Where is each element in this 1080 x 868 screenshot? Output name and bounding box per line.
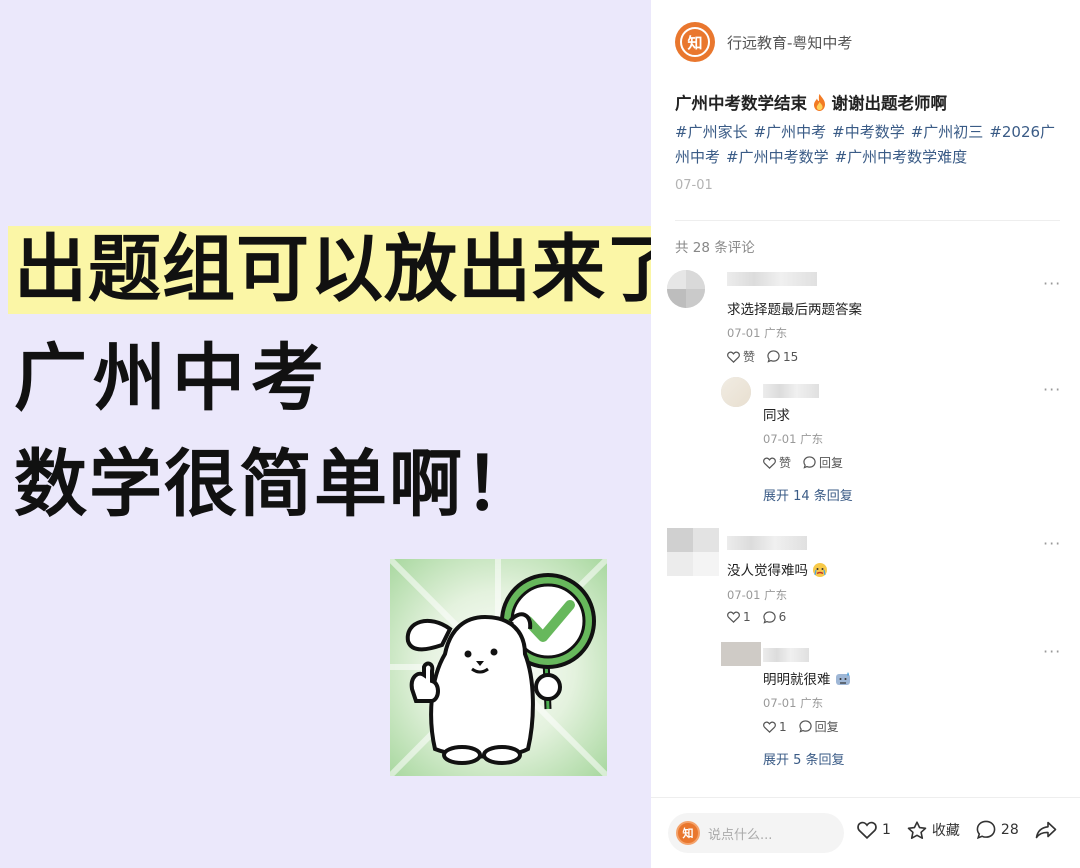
- comment-username[interactable]: [727, 272, 817, 286]
- like-button[interactable]: 1: [763, 720, 787, 734]
- flame-icon: [813, 94, 825, 111]
- post-date: 07-01: [675, 178, 713, 193]
- image-line-3: 数学很简单啊！: [14, 442, 539, 527]
- comment-icon: [762, 610, 776, 624]
- author-name[interactable]: 行远教育-粤知中考: [727, 32, 852, 53]
- like-count: 1: [779, 719, 787, 734]
- tag[interactable]: #广州中考: [754, 123, 827, 141]
- reply-avatar[interactable]: [721, 377, 751, 407]
- like-post-button[interactable]: 1: [857, 821, 891, 839]
- reply-count: 6: [778, 610, 787, 624]
- reply-actions: 1 回复: [763, 718, 851, 735]
- comment-icon: [976, 820, 996, 840]
- post-detail-panel: 知 行远教育-粤知中考 广州中考数学结束 谢谢出题老师啊 #广州家长 #广州中考 #…: [651, 0, 1080, 868]
- crying-emoji-icon: [813, 563, 828, 577]
- comment-actions: 1 6: [727, 610, 798, 624]
- dog-sticker: [390, 559, 607, 776]
- favorite-button[interactable]: 收藏: [907, 820, 960, 840]
- favorite-label: 收藏: [931, 823, 960, 839]
- author-row[interactable]: 知 行远教育-粤知中考: [675, 22, 852, 62]
- action-bar: 1 收藏 28: [857, 820, 1078, 840]
- like-label: 赞: [743, 350, 756, 364]
- tag[interactable]: #中考数学: [832, 123, 905, 141]
- comment-meta: 07-01 广东: [727, 588, 788, 602]
- reply-text-content: 明明就很难: [763, 672, 831, 688]
- image-headline: 出题组可以放出来了: [14, 227, 651, 312]
- share-icon: [1035, 821, 1057, 839]
- reply-meta: 07-01 广东: [763, 696, 824, 710]
- expand-replies-button[interactable]: 展开 14 条回复: [763, 485, 853, 504]
- tag[interactable]: #广州初三: [911, 123, 984, 141]
- comment-count: 共 28 条评论: [675, 240, 755, 256]
- comment-avatar[interactable]: [667, 528, 719, 576]
- comment-icon: [798, 720, 812, 733]
- heart-icon: [727, 351, 740, 363]
- like-button[interactable]: 1: [727, 610, 751, 624]
- user-avatar: 知: [676, 821, 700, 845]
- heart-icon: [763, 457, 776, 469]
- comment-icon: [767, 350, 780, 363]
- reply-button[interactable]: 回复: [798, 718, 839, 735]
- sweat-emoji-icon: [835, 672, 850, 685]
- reply-text: 明明就很难: [763, 668, 851, 688]
- more-icon[interactable]: ···: [1043, 380, 1061, 399]
- reply-count: 15: [783, 349, 799, 364]
- star-icon: [907, 820, 927, 839]
- tag[interactable]: #广州中考数学难度: [835, 148, 968, 166]
- reply-label: 回复: [819, 456, 844, 470]
- post-image[interactable]: 出题组可以放出来了 广州中考 数学很简单啊！: [0, 0, 651, 868]
- comment-button[interactable]: 28: [976, 820, 1019, 840]
- reply-button[interactable]: 6: [762, 610, 787, 624]
- avatar-char: 知: [680, 27, 710, 57]
- reply-button[interactable]: 15: [767, 350, 798, 364]
- post-title-text: 广州中考数学结束: [675, 94, 807, 113]
- bottom-divider: [651, 797, 1080, 798]
- reply-username[interactable]: [763, 648, 809, 662]
- like-button[interactable]: 赞: [727, 348, 755, 365]
- like-label: 赞: [779, 456, 792, 470]
- expand-replies-button[interactable]: 展开 5 条回复: [763, 749, 845, 768]
- comment-text: 求选择题最后两题答案: [727, 302, 862, 318]
- comment-input-placeholder: 说点什么...: [708, 827, 773, 843]
- post-title: 广州中考数学结束 谢谢出题老师啊: [675, 90, 947, 114]
- heart-icon: [763, 721, 776, 733]
- reply-button[interactable]: 回复: [803, 454, 843, 471]
- reply-label: 回复: [814, 720, 839, 734]
- reply-avatar[interactable]: [721, 642, 761, 666]
- comment-text-content: 没人觉得难吗: [727, 563, 808, 579]
- more-icon[interactable]: ···: [1043, 534, 1061, 553]
- share-button[interactable]: [1035, 821, 1062, 839]
- more-icon[interactable]: ···: [1043, 642, 1061, 661]
- tag[interactable]: #广州中考数学: [726, 148, 829, 166]
- divider: [675, 220, 1060, 221]
- like-button[interactable]: 赞: [763, 454, 791, 471]
- more-icon[interactable]: ···: [1043, 274, 1061, 293]
- comment-input[interactable]: 知 说点什么...: [668, 813, 844, 853]
- comment-text: 没人觉得难吗: [727, 559, 828, 579]
- heart-icon: [727, 611, 740, 623]
- reply-meta: 07-01 广东: [763, 432, 824, 446]
- post-title-suffix: 谢谢出题老师啊: [831, 94, 948, 113]
- comment-actions: 赞 15: [727, 348, 810, 365]
- tag[interactable]: #广州家长: [675, 123, 748, 141]
- comment-icon: [803, 456, 816, 469]
- like-count: 1: [743, 610, 751, 624]
- comment-avatar[interactable]: [667, 270, 705, 308]
- tag-list: #广州家长 #广州中考 #中考数学 #广州初三 #2026广州中考 #广州中考数学 #广州中…: [675, 120, 1067, 170]
- reply-username[interactable]: [763, 384, 819, 398]
- post-like-count: 1: [882, 822, 891, 838]
- author-avatar[interactable]: 知: [675, 22, 715, 62]
- comment-meta: 07-01 广东: [727, 326, 788, 340]
- reply-actions: 赞 回复: [763, 454, 855, 471]
- heart-icon: [857, 821, 877, 839]
- reply-text: 同求: [763, 408, 790, 424]
- image-line-2: 广州中考: [14, 336, 330, 421]
- post-comment-count: 28: [1000, 822, 1019, 838]
- comment-username[interactable]: [727, 536, 807, 550]
